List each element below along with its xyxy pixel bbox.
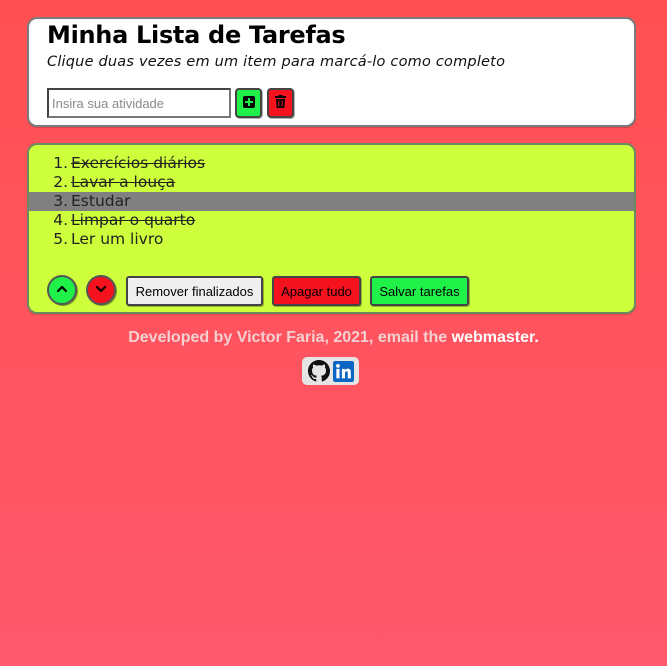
footer-text: Developed by Victor Faria, 2021, email t… (128, 329, 452, 346)
task-text: Ler um livro (71, 230, 164, 248)
social-links (302, 357, 359, 385)
task-number: 2. (53, 173, 68, 191)
chevron-up-icon (55, 281, 69, 299)
chevron-down-icon (94, 282, 108, 299)
task-input[interactable] (47, 88, 231, 118)
task-text: Exercícios diários (71, 154, 206, 172)
clear-all-button[interactable]: Apagar tudo (272, 276, 361, 306)
move-down-button[interactable] (86, 275, 116, 305)
task-number: 5. (53, 230, 68, 248)
task-list: 1. Exercícios diários 2. Lavar a louça 3… (29, 154, 634, 249)
move-up-button[interactable] (47, 275, 77, 305)
remove-finished-button[interactable]: Remover finalizados (126, 276, 263, 306)
delete-task-button[interactable] (267, 88, 294, 118)
task-list-card: 1. Exercícios diários 2. Lavar a louça 3… (27, 143, 636, 314)
task-item[interactable]: 2. Lavar a louça (29, 173, 634, 192)
header-card: Minha Lista de Tarefas Clique duas vezes… (27, 17, 636, 127)
footer: Developed by Victor Faria, 2021, email t… (0, 329, 667, 347)
save-tasks-button[interactable]: Salvar tarefas (370, 276, 469, 306)
task-text: Lavar a louça (71, 173, 176, 191)
task-number: 1. (53, 154, 68, 172)
webmaster-link[interactable]: webmaster. (452, 329, 539, 346)
add-task-button[interactable] (235, 88, 262, 118)
page-subtitle: Clique duas vezes em um item para marcá-… (47, 54, 506, 70)
trash-icon (275, 95, 286, 111)
task-item[interactable]: 3. Estudar (29, 192, 634, 211)
github-icon[interactable] (307, 360, 330, 382)
plus-square-icon (242, 95, 255, 111)
task-text: Estudar (71, 192, 131, 210)
page-title: Minha Lista de Tarefas (47, 21, 346, 49)
task-number: 4. (53, 211, 68, 229)
linkedin-icon[interactable] (332, 360, 354, 382)
task-item[interactable]: 4. Limpar o quarto (29, 211, 634, 230)
task-item[interactable]: 5. Ler um livro (29, 230, 634, 249)
task-item[interactable]: 1. Exercícios diários (29, 154, 634, 173)
task-number: 3. (53, 192, 68, 210)
task-text: Limpar o quarto (71, 211, 196, 229)
